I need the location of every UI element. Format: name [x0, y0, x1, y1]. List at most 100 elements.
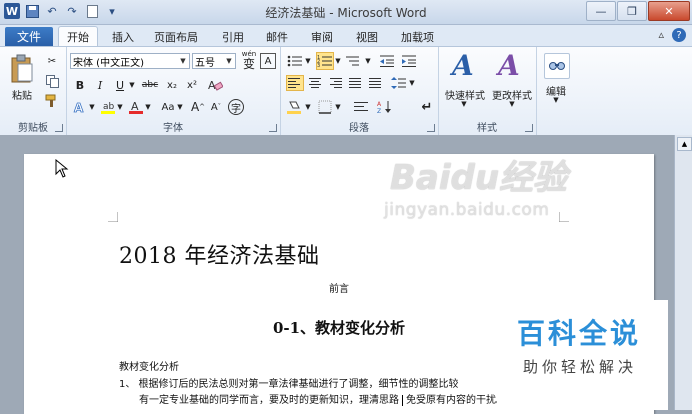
- paste-icon[interactable]: [8, 53, 36, 85]
- cut-icon[interactable]: ✂: [44, 53, 60, 69]
- quick-styles-dropdown-icon[interactable]: ▼: [460, 99, 468, 109]
- tab-addins[interactable]: 加载项: [401, 29, 434, 45]
- svg-text:A: A: [377, 101, 382, 108]
- bullets-icon[interactable]: [286, 53, 304, 69]
- tab-view[interactable]: 视图: [356, 29, 378, 45]
- paragraph-line: 1、 根据修订后的民法总则对第一章法律基础进行了调整，细节性的调整比较: [119, 379, 459, 390]
- highlight-dropdown-icon[interactable]: ▼: [116, 99, 124, 115]
- text-cursor: [402, 394, 403, 406]
- styles-group-label: 样式: [477, 123, 497, 134]
- paste-button[interactable]: 粘贴: [6, 87, 38, 102]
- font-color-dropdown-icon[interactable]: ▼: [144, 99, 152, 115]
- minimize-ribbon-icon[interactable]: ▵: [658, 28, 664, 42]
- italic-button[interactable]: I: [92, 77, 108, 93]
- help-icon[interactable]: ?: [672, 28, 686, 42]
- clipboard-launcher-icon[interactable]: [55, 124, 63, 132]
- underline-button[interactable]: U: [112, 77, 128, 93]
- font-size-combo[interactable]: 五号 ▼: [192, 53, 236, 69]
- tab-page-layout[interactable]: 页面布局: [154, 29, 198, 45]
- borders-icon[interactable]: [316, 99, 334, 115]
- strikethrough-button[interactable]: abc: [140, 77, 160, 93]
- numbering-icon[interactable]: 123: [316, 52, 334, 70]
- borders-dropdown-icon[interactable]: ▼: [334, 99, 342, 115]
- editing-dropdown-icon[interactable]: ▼: [552, 95, 560, 105]
- clear-formatting-icon[interactable]: A: [206, 77, 224, 93]
- align-right-icon[interactable]: [326, 75, 344, 91]
- highlight-icon[interactable]: ab: [100, 99, 116, 115]
- chevron-down-icon: ▼: [226, 57, 232, 65]
- sort-icon[interactable]: AZ: [376, 99, 394, 115]
- shrink-font-label: A: [210, 101, 218, 113]
- text-segment: 有一定专业基础的同学而言，要及时的更新知识，理清思路: [139, 395, 399, 406]
- minimize-button[interactable]: —: [586, 1, 616, 21]
- change-case-icon[interactable]: wén 变: [240, 50, 258, 71]
- shading-icon[interactable]: [286, 99, 304, 115]
- paragraph-launcher-icon[interactable]: [427, 124, 435, 132]
- line-spacing-dropdown-icon[interactable]: ▼: [408, 75, 416, 91]
- change-case-dropdown-icon[interactable]: ▼: [176, 99, 184, 115]
- tab-home[interactable]: 开始: [58, 26, 98, 47]
- window-controls: — ❐ ✕: [585, 1, 690, 21]
- caret-up-icon: ^: [199, 103, 206, 111]
- enclose-characters-icon[interactable]: 字: [228, 99, 244, 115]
- superscript-button[interactable]: x²: [184, 77, 200, 93]
- quick-styles-icon[interactable]: A: [452, 49, 474, 82]
- find-icon[interactable]: [544, 53, 570, 79]
- text-segment: 免受原有内容的干扰。: [406, 395, 506, 406]
- multilevel-list-icon[interactable]: [344, 53, 362, 69]
- tab-mailings[interactable]: 邮件: [266, 29, 288, 45]
- bullets-dropdown-icon[interactable]: ▼: [304, 53, 312, 69]
- svg-text:Z: Z: [377, 108, 381, 114]
- numbering-dropdown-icon[interactable]: ▼: [334, 53, 342, 69]
- text-effects-dropdown-icon[interactable]: ▼: [88, 99, 96, 115]
- underline-dropdown-icon[interactable]: ▼: [128, 77, 136, 93]
- align-center-icon[interactable]: [306, 75, 324, 91]
- multilevel-dropdown-icon[interactable]: ▼: [364, 53, 372, 69]
- character-border-button[interactable]: A: [260, 53, 276, 69]
- font-launcher-icon[interactable]: [269, 124, 277, 132]
- shrink-font-button[interactable]: Aˇ: [208, 99, 224, 115]
- tab-file[interactable]: 文件: [5, 27, 53, 46]
- copy-icon[interactable]: [44, 73, 60, 89]
- watermark-logo: Baidu经验: [390, 158, 568, 198]
- distributed-icon[interactable]: [366, 75, 384, 91]
- paragraph-line: 有一定专业基础的同学而言，要及时的更新知识，理清思路 免受原有内容的干扰。: [139, 391, 506, 406]
- tab-insert[interactable]: 插入: [112, 29, 134, 45]
- bold-button[interactable]: B: [72, 77, 88, 93]
- badge-subtitle: 助你轻松解决: [523, 358, 638, 376]
- text-effects-icon[interactable]: A: [72, 99, 88, 115]
- char-border-a: A: [264, 55, 272, 67]
- line-spacing-icon[interactable]: [390, 75, 408, 91]
- svg-text:ab: ab: [103, 102, 115, 112]
- restore-button[interactable]: ❐: [617, 1, 647, 21]
- group-font: 宋体 (中文正文) ▼ 五号 ▼ wén 变 A B I U ▼ abc x₂ x…: [66, 47, 281, 135]
- grow-font-button[interactable]: A ^: [190, 99, 206, 115]
- crop-mark-left-icon: [108, 212, 118, 222]
- baidu-watermark: Baidu经验 jingyan.baidu.com: [380, 140, 680, 235]
- format-painter-icon[interactable]: [44, 93, 60, 109]
- ribbon: 粘贴 ✂ 剪贴板 宋体 (中文正文) ▼ 五号 ▼ wén 变 A B I U ▼…: [0, 46, 692, 136]
- close-button[interactable]: ✕: [648, 1, 690, 21]
- tab-review[interactable]: 审阅: [311, 29, 333, 45]
- watermark-url: jingyan.baidu.com: [384, 200, 550, 220]
- change-case-button[interactable]: Aa: [158, 99, 178, 115]
- styles-launcher-icon[interactable]: [525, 124, 533, 132]
- tab-right-controls: ▵ ?: [658, 28, 686, 42]
- svg-text:A: A: [74, 101, 84, 114]
- shading-dropdown-icon[interactable]: ▼: [304, 99, 312, 115]
- font-color-icon[interactable]: A: [128, 99, 144, 115]
- show-marks-icon[interactable]: ↵: [418, 99, 436, 115]
- font-name-combo[interactable]: 宋体 (中文正文) ▼: [70, 53, 190, 69]
- chinese-layout-icon[interactable]: [352, 99, 370, 115]
- align-left-icon[interactable]: [286, 75, 304, 91]
- change-styles-icon[interactable]: A: [498, 49, 520, 82]
- increase-indent-icon[interactable]: [400, 53, 418, 69]
- tab-references[interactable]: 引用: [222, 29, 244, 45]
- caret-down-icon: ˇ: [217, 103, 222, 111]
- subscript-button[interactable]: x₂: [164, 77, 180, 93]
- svg-text:3: 3: [317, 63, 320, 68]
- decrease-indent-icon[interactable]: [378, 53, 396, 69]
- justify-icon[interactable]: [346, 75, 364, 91]
- title-bar: W ↶ ↷ ▾ 经济法基础 - Microsoft Word — ❐ ✕: [0, 0, 692, 25]
- change-styles-dropdown-icon[interactable]: ▼: [508, 99, 516, 109]
